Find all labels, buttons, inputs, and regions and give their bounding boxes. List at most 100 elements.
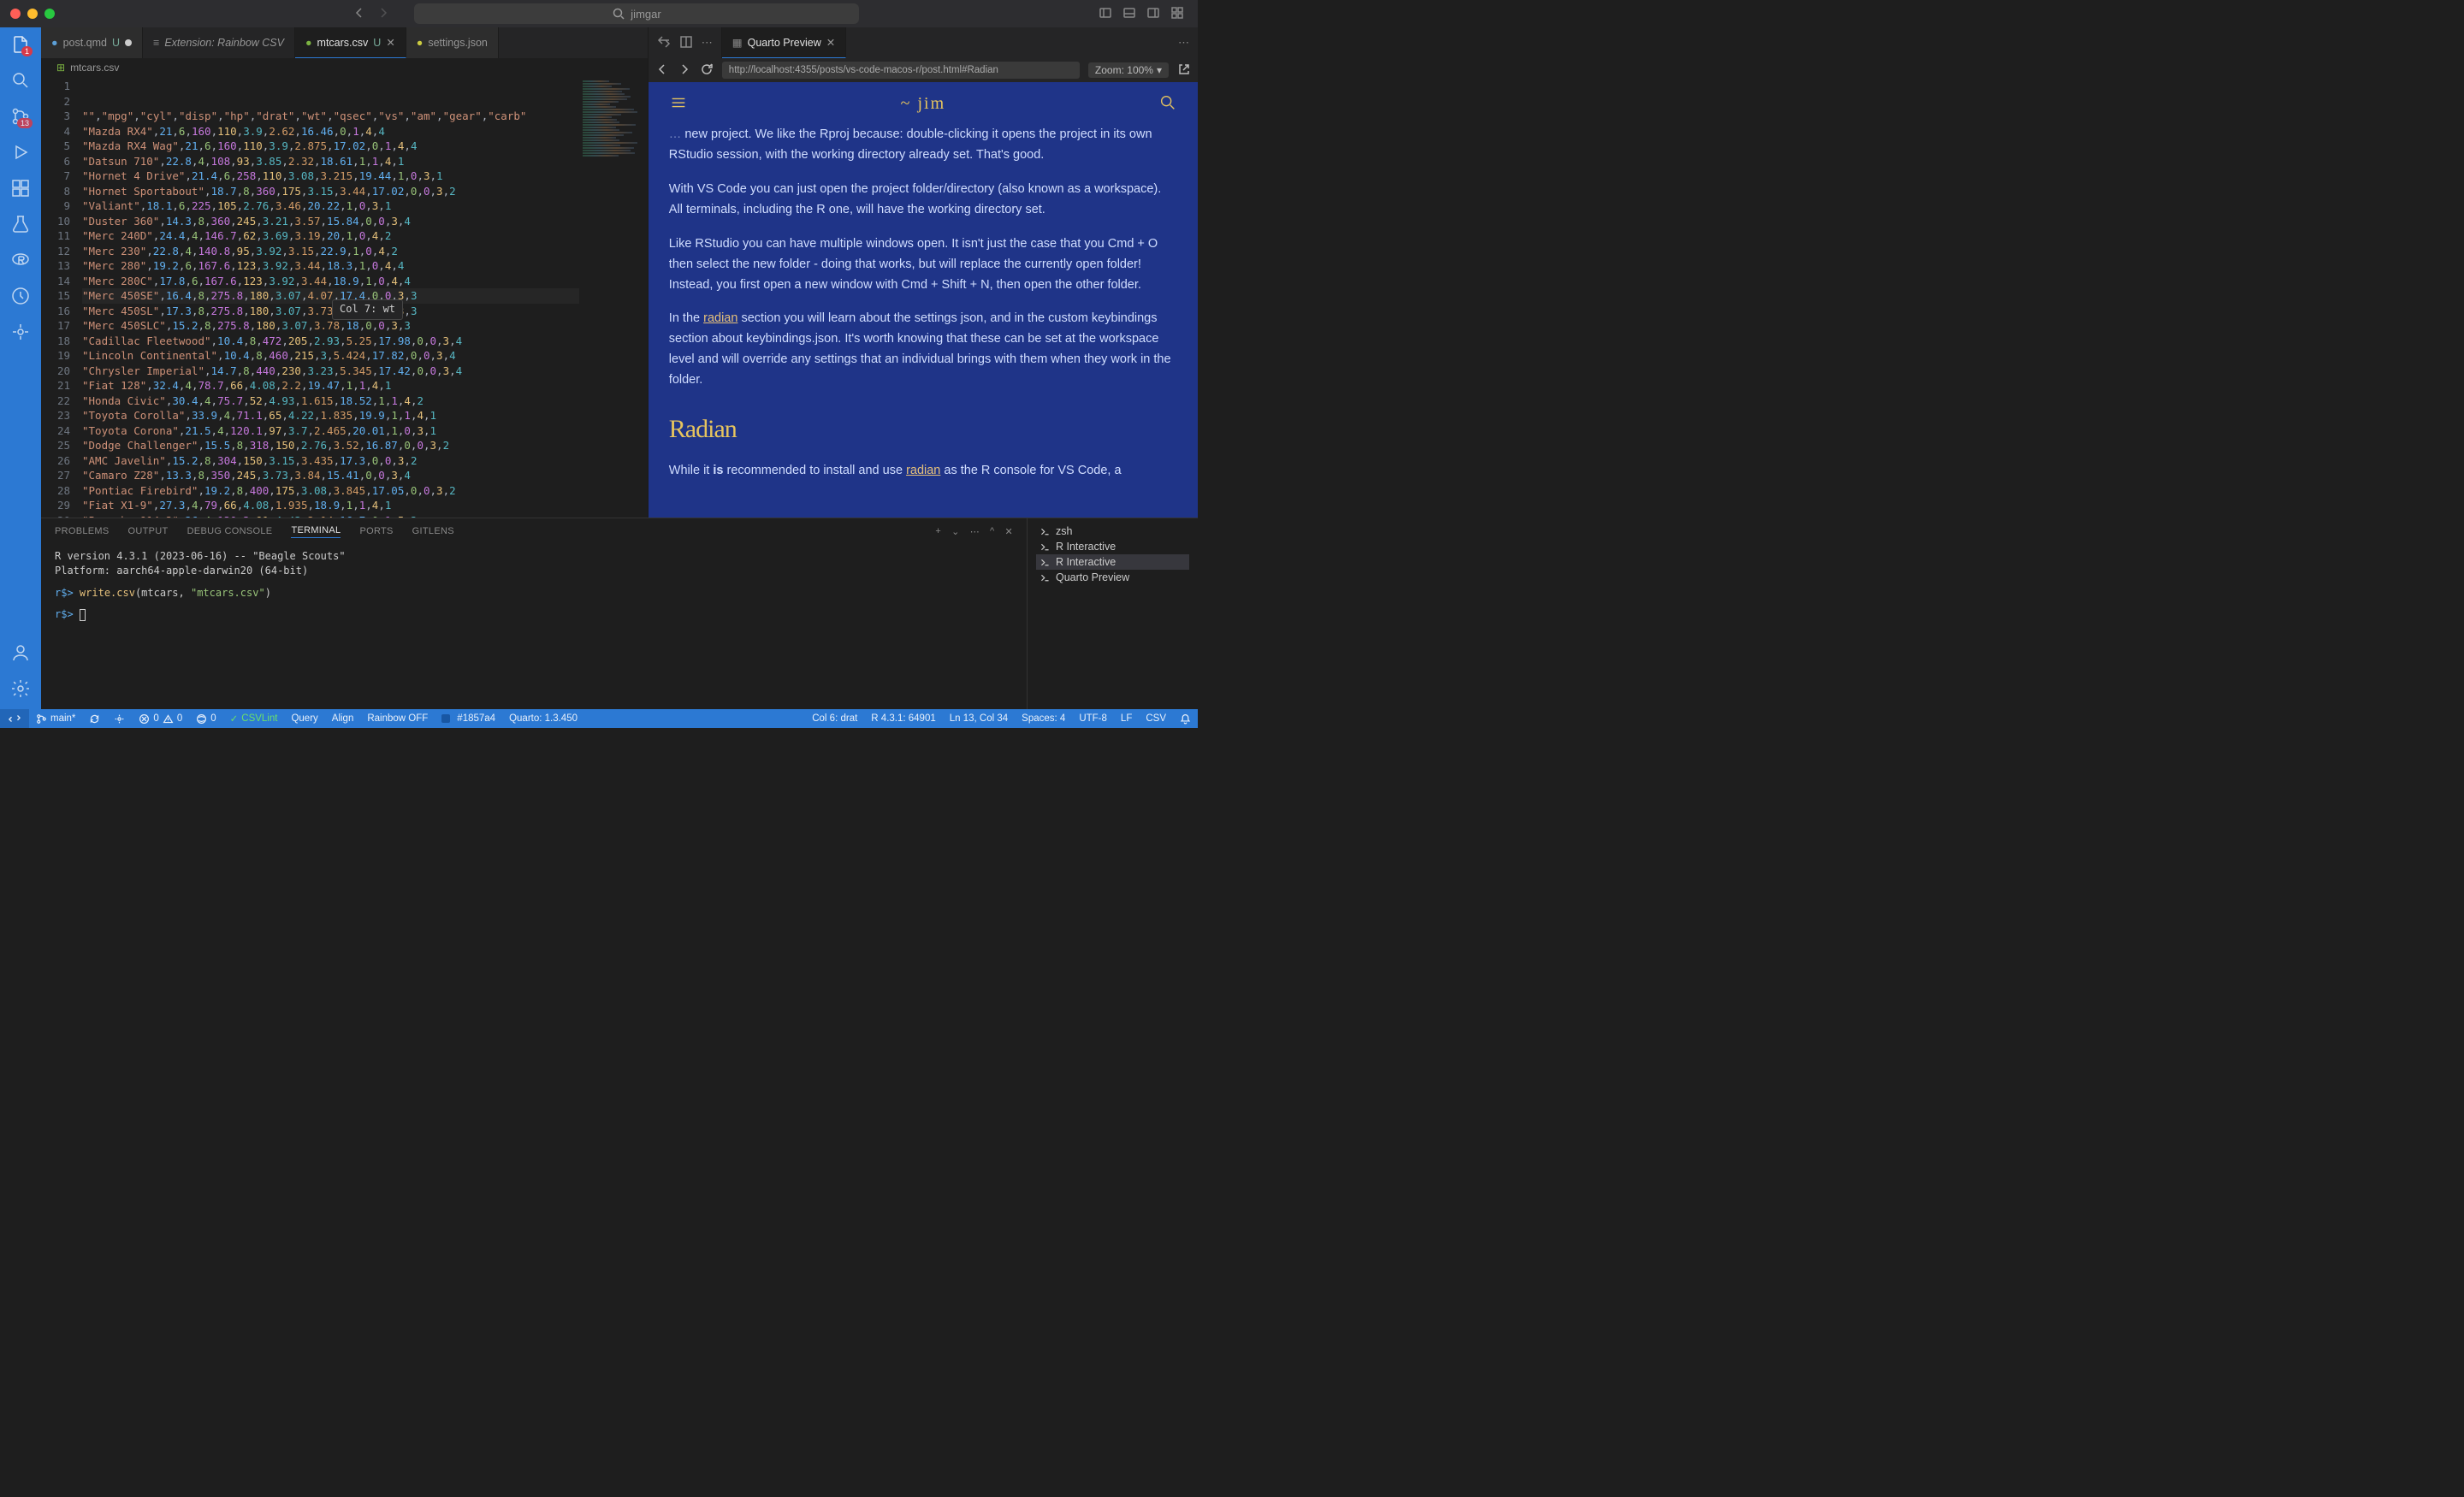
explorer-icon[interactable]: 1 bbox=[10, 34, 31, 55]
close-icon[interactable]: ✕ bbox=[386, 36, 394, 49]
sb-lang[interactable]: CSV bbox=[1139, 713, 1173, 724]
sb-align[interactable]: Align bbox=[325, 709, 361, 728]
split-icon[interactable] bbox=[679, 35, 693, 51]
code-editor: ⊞ mtcars.csv 123456789101112131415161718… bbox=[41, 58, 649, 518]
explorer-badge: 1 bbox=[21, 46, 33, 56]
terminal-cmd: r$> write.csv(mtcars, "mtcars.csv") bbox=[55, 586, 1013, 601]
tab-quarto-preview[interactable]: ▦Quarto Preview✕ bbox=[722, 27, 846, 58]
timeline-icon[interactable] bbox=[10, 286, 31, 306]
sb-cursor[interactable]: Ln 13, Col 34 bbox=[943, 713, 1015, 724]
git-branch[interactable]: main* bbox=[29, 709, 82, 728]
sb-quarto[interactable]: Quarto: 1.3.450 bbox=[502, 709, 584, 728]
panel-tab-gitlens[interactable]: GITLENS bbox=[412, 526, 454, 536]
close-window[interactable] bbox=[10, 9, 21, 19]
layout-controls bbox=[1099, 6, 1191, 22]
panel-maximize-icon[interactable]: ^ bbox=[990, 526, 994, 537]
panel-tab-output[interactable]: OUTPUT bbox=[128, 526, 169, 536]
preview-content: … new project. We like the Rproj because… bbox=[649, 125, 1198, 512]
more-icon[interactable]: ⋯ bbox=[702, 36, 713, 50]
terminal-item[interactable]: Quarto Preview bbox=[1036, 570, 1189, 585]
nav-forward-icon[interactable] bbox=[376, 6, 390, 22]
compare-icon[interactable] bbox=[657, 35, 671, 51]
terminal-item[interactable]: zsh bbox=[1036, 524, 1189, 539]
gitlens-status[interactable] bbox=[107, 709, 132, 728]
right-group-actions: ⋯ bbox=[1170, 27, 1198, 58]
tab-mtcars-csv[interactable]: ●mtcars.csvU✕ bbox=[295, 27, 406, 58]
radian-link-2[interactable]: radian bbox=[906, 464, 940, 477]
panel-more-icon[interactable]: ⋯ bbox=[970, 526, 980, 537]
customize-layout-icon[interactable] bbox=[1170, 6, 1184, 22]
minimize-window[interactable] bbox=[27, 9, 38, 19]
sync-icon[interactable] bbox=[82, 709, 107, 728]
sb-col[interactable]: Col 6: drat bbox=[805, 713, 864, 724]
run-debug-icon[interactable] bbox=[10, 142, 31, 163]
notifications-icon[interactable] bbox=[1173, 713, 1198, 725]
testing-icon[interactable] bbox=[10, 214, 31, 234]
r-icon[interactable] bbox=[10, 250, 31, 270]
sb-rainbow[interactable]: Rainbow OFF bbox=[360, 709, 435, 728]
panel-tab-terminal[interactable]: TERMINAL bbox=[291, 525, 341, 538]
source-control-icon[interactable]: 13 bbox=[10, 106, 31, 127]
search-icon[interactable] bbox=[10, 70, 31, 91]
left-group-actions: ⋯ bbox=[649, 27, 722, 58]
titlebar: jimgar bbox=[0, 0, 1198, 27]
breadcrumb[interactable]: ⊞ mtcars.csv bbox=[41, 58, 648, 77]
tab-settings-json[interactable]: ●settings.json bbox=[406, 27, 499, 58]
preview-forward-icon[interactable] bbox=[678, 62, 691, 79]
code-area[interactable]: 1234567891011121314151617181920212223242… bbox=[41, 77, 648, 518]
site-search-icon[interactable] bbox=[1158, 93, 1177, 115]
command-center[interactable]: jimgar bbox=[414, 3, 859, 24]
terminal[interactable]: R version 4.3.1 (2023-06-16) -- "Beagle … bbox=[41, 544, 1027, 709]
settings-gear-icon[interactable] bbox=[10, 678, 31, 699]
panel-close-icon[interactable]: ✕ bbox=[1004, 526, 1013, 537]
sb-encoding[interactable]: UTF-8 bbox=[1072, 713, 1114, 724]
panel-right-icon[interactable] bbox=[1146, 6, 1160, 22]
panel-tab-debug-console[interactable]: DEBUG CONSOLE bbox=[187, 526, 273, 536]
gitlens-icon[interactable] bbox=[10, 322, 31, 342]
preview-body[interactable]: ~ jim … new project. We like the Rproj b… bbox=[649, 82, 1198, 518]
radian-link[interactable]: radian bbox=[703, 311, 737, 325]
sb-r-version[interactable]: R 4.3.1: 64901 bbox=[864, 713, 942, 724]
panel-tabs: PROBLEMS OUTPUT DEBUG CONSOLE TERMINAL PORTS… bbox=[41, 518, 1027, 544]
more-icon[interactable]: ⋯ bbox=[1178, 36, 1189, 50]
panel-tab-ports[interactable]: PORTS bbox=[359, 526, 393, 536]
remote-indicator[interactable] bbox=[0, 709, 29, 728]
ports-status[interactable]: 0 bbox=[189, 709, 222, 728]
terminal-dropdown-icon[interactable]: ⌄ bbox=[951, 526, 960, 537]
hover-tooltip: Col 7: wt bbox=[332, 299, 403, 320]
maximize-window[interactable] bbox=[44, 9, 55, 19]
extensions-icon[interactable] bbox=[10, 178, 31, 198]
window-controls bbox=[7, 9, 55, 19]
sb-query[interactable]: Query bbox=[284, 709, 324, 728]
quarto-preview-pane: http://localhost:4355/posts/vs-code-maco… bbox=[649, 58, 1198, 518]
new-terminal-icon[interactable]: + bbox=[935, 526, 941, 537]
panel-tab-problems[interactable]: PROBLEMS bbox=[55, 526, 110, 536]
csvlint-status[interactable]: ✓ CSVLint bbox=[223, 709, 285, 728]
problems-status[interactable]: 0 0 bbox=[132, 709, 189, 728]
code-content[interactable]: "","mpg","cyl","disp","hp","drat","wt","… bbox=[82, 77, 579, 518]
nav-back-icon[interactable] bbox=[352, 6, 366, 22]
preview-back-icon[interactable] bbox=[655, 62, 669, 79]
terminal-item[interactable]: R Interactive bbox=[1036, 539, 1189, 554]
preview-url[interactable]: http://localhost:4355/posts/vs-code-maco… bbox=[722, 62, 1080, 79]
minimap[interactable] bbox=[579, 77, 648, 518]
panel-bottom-icon[interactable] bbox=[1122, 6, 1136, 22]
sb-color[interactable]: #1857a4 bbox=[435, 709, 502, 728]
sb-indent[interactable]: Spaces: 4 bbox=[1015, 713, 1072, 724]
hamburger-icon[interactable] bbox=[669, 93, 688, 115]
p5: While it is recommended to install and u… bbox=[669, 461, 1177, 482]
close-icon[interactable]: ✕ bbox=[826, 36, 835, 49]
preview-zoom[interactable]: Zoom: 100%▾ bbox=[1088, 62, 1169, 78]
terminal-item[interactable]: R Interactive bbox=[1036, 554, 1189, 570]
site-brand[interactable]: ~ jim bbox=[901, 94, 946, 114]
line-gutter: 1234567891011121314151617181920212223242… bbox=[41, 77, 82, 518]
tab-post-qmd[interactable]: ●post.qmdU bbox=[41, 27, 143, 58]
accounts-icon[interactable] bbox=[10, 642, 31, 663]
open-external-icon[interactable] bbox=[1177, 62, 1191, 79]
preview-refresh-icon[interactable] bbox=[700, 62, 714, 79]
file-icon: ≡ bbox=[153, 37, 159, 49]
panel-actions: + ⌄ ⋯ ^ ✕ bbox=[935, 526, 1013, 537]
panel-left-icon[interactable] bbox=[1099, 6, 1112, 22]
tab-extension-rainbow-csv[interactable]: ≡Extension: Rainbow CSV bbox=[143, 27, 295, 58]
sb-eol[interactable]: LF bbox=[1114, 713, 1139, 724]
